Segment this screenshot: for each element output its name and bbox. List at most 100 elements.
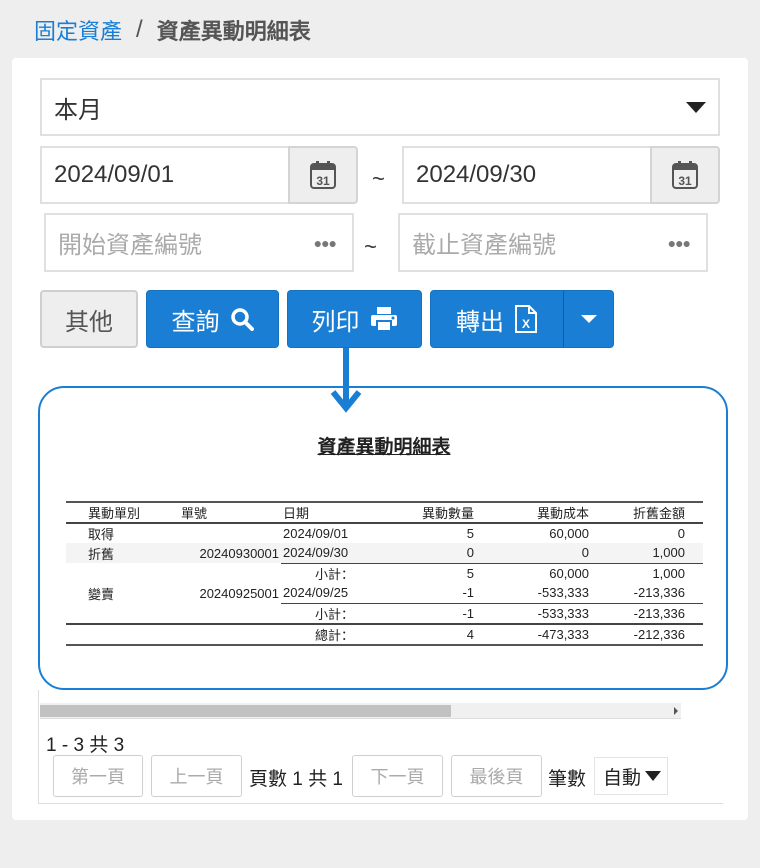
report-row: 總計： 4 -473,333 -212,336	[66, 622, 703, 645]
report-cell: 小計：	[281, 602, 376, 624]
query-label: 查詢	[171, 308, 220, 336]
report-cell: 0	[466, 545, 474, 561]
report-cell: 5	[466, 526, 474, 541]
page-title: 資產異動明細表	[156, 19, 311, 44]
period-select-value: 本月	[54, 96, 102, 124]
report-cell: 20240930001	[199, 545, 279, 561]
report-cell: -1	[462, 585, 474, 601]
report-cell	[156, 563, 281, 583]
report-cell: 2024/09/25	[283, 585, 349, 601]
report-cell	[66, 622, 156, 645]
col-header: 異動成本	[536, 506, 589, 521]
breadcrumb-parent-link[interactable]: 固定資產	[34, 14, 122, 46]
date-to-input[interactable]: 2024/09/30	[402, 146, 652, 204]
scrollbar-thumb[interactable]	[40, 705, 451, 717]
report-row: 折舊 20240930001 2024/09/30 0 0 1,000	[66, 543, 703, 563]
report-cell: 0	[581, 545, 589, 561]
col-header: 異動數量	[421, 506, 474, 521]
page-size-select[interactable]: 自動	[594, 757, 668, 795]
report-cell: 60,000	[549, 526, 589, 541]
report-header-row: 異動單別 單號 日期 異動數量 異動成本 折舊金額	[66, 502, 703, 523]
excel-file-icon: X	[515, 305, 537, 333]
calendar-icon: 31	[672, 161, 698, 189]
asset-to-input[interactable]: 截止資產編號 ●●●	[398, 213, 708, 272]
report-title: 資產異動明細表	[317, 437, 451, 458]
more-icon[interactable]: ●●●	[668, 235, 691, 251]
last-page-button[interactable]: 最後頁	[451, 755, 542, 797]
print-button[interactable]: 列印	[287, 290, 422, 348]
report-cell	[156, 603, 281, 624]
report-cell: -473,333	[476, 622, 591, 645]
report-cell: 0	[677, 526, 685, 541]
print-label: 列印	[311, 308, 360, 336]
report-cell: 2024/09/30	[283, 545, 349, 561]
report-cell: 5	[376, 562, 476, 583]
next-page-label: 下一頁	[370, 767, 425, 787]
first-page-button[interactable]: 第一頁	[53, 755, 143, 797]
horizontal-scrollbar[interactable]	[40, 703, 681, 719]
report-row: 小計： -1 -533,333 -213,336	[66, 602, 703, 624]
report-cell: 變賣	[88, 586, 115, 602]
search-icon	[230, 308, 254, 331]
date-from-input[interactable]: 2024/09/01	[40, 146, 290, 204]
report-cell: 2024/09/01	[283, 526, 349, 541]
caret-down-icon	[580, 315, 597, 323]
export-label: 轉出	[456, 308, 504, 336]
col-header: 單號	[181, 506, 208, 521]
report-cell: 總計：	[281, 622, 376, 645]
report-cell: -533,333	[476, 602, 591, 624]
other-button[interactable]: 其他	[40, 290, 138, 348]
report-cell: 4	[376, 622, 476, 645]
report-row: 取得 2024/09/01 5 60,000 0	[66, 523, 703, 543]
period-select[interactable]: 本月	[40, 78, 720, 136]
report-cell: 20240925001	[199, 585, 279, 601]
report-cell: -533,333	[537, 585, 589, 601]
page-info: 頁數 1 共 1	[249, 769, 343, 790]
more-icon[interactable]: ●●●	[314, 235, 337, 251]
report-row: 變賣 20240925001 2024/09/25 -1 -533,333 -213,33…	[66, 583, 703, 603]
col-header: 日期	[283, 506, 310, 521]
asset-to-placeholder: 截止資產編號	[412, 232, 556, 259]
report-cell: 1,000	[652, 545, 685, 561]
next-page-button[interactable]: 下一頁	[352, 755, 443, 797]
date-to-calendar-button[interactable]: 31	[650, 146, 720, 204]
report-cell: -212,336	[591, 622, 703, 645]
report-cell: 小計：	[281, 562, 376, 583]
report-cell	[156, 622, 281, 645]
report-cell: 折舊	[88, 546, 115, 562]
report-row: 小計： 5 60,000 1,000	[66, 562, 703, 583]
scroll-right-icon[interactable]	[674, 707, 678, 715]
export-button[interactable]: 轉出 X	[430, 290, 564, 348]
report-cell	[66, 563, 156, 583]
calendar-icon: 31	[310, 161, 336, 189]
report-cell: 60,000	[476, 562, 591, 583]
report-cell	[66, 603, 156, 624]
report-cell	[156, 523, 281, 543]
date-from-calendar-button[interactable]: 31	[288, 146, 358, 204]
date-to-value: 2024/09/30	[416, 161, 537, 188]
prev-page-label: 上一頁	[169, 767, 224, 787]
query-button[interactable]: 查詢	[146, 290, 279, 348]
prev-page-button[interactable]: 上一頁	[151, 755, 242, 797]
breadcrumb-separator: /	[136, 16, 143, 43]
breadcrumb: 固定資產 / 資產異動明細表	[34, 14, 311, 46]
svg-text:X: X	[522, 317, 530, 331]
export-dropdown-button[interactable]	[563, 290, 614, 348]
page-size-value: 自動	[603, 767, 642, 789]
asset-from-placeholder: 開始資產編號	[58, 232, 202, 259]
report-cell: -213,336	[633, 585, 685, 601]
asset-from-input[interactable]: 開始資產編號 ●●●	[44, 213, 354, 272]
svg-text:31: 31	[678, 174, 692, 188]
col-header: 異動單別	[88, 506, 141, 521]
report-cell: -1	[376, 602, 476, 624]
caret-down-icon	[686, 102, 706, 113]
other-label: 其他	[65, 308, 113, 336]
col-header: 折舊金額	[632, 506, 685, 521]
date-range-separator: ~	[372, 166, 385, 191]
date-from-value: 2024/09/01	[54, 161, 175, 188]
printer-icon	[370, 307, 397, 332]
caret-down-icon	[645, 771, 662, 781]
asset-range-separator: ~	[364, 234, 377, 259]
svg-text:31: 31	[316, 174, 330, 188]
record-summary: 1 - 3 共 3	[46, 735, 125, 756]
